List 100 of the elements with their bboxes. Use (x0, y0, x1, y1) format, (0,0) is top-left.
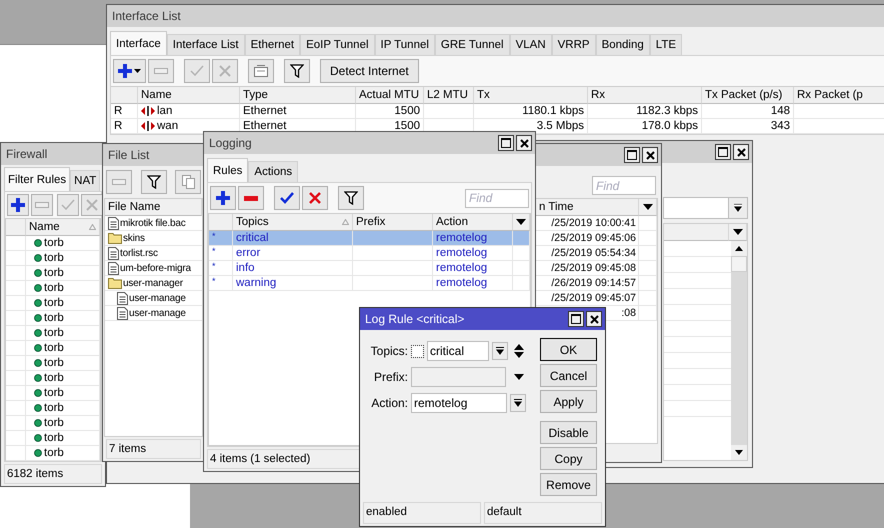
checkbox[interactable] (411, 344, 424, 358)
table-row[interactable]: torb (6, 296, 100, 311)
dropdown-field[interactable] (663, 197, 748, 219)
tab[interactable]: VRRP (552, 34, 596, 55)
copy-button[interactable] (175, 170, 201, 194)
column-header[interactable]: Name (26, 219, 100, 236)
table-row[interactable]: * critical remotelog (209, 231, 530, 246)
table-row[interactable]: torb (6, 386, 100, 401)
tab[interactable]: VLAN (510, 34, 552, 55)
table-row[interactable]: skins (105, 231, 202, 246)
table-row[interactable]: torb (6, 326, 100, 341)
add-button[interactable] (7, 194, 29, 216)
table-row[interactable]: um-before-migra (105, 261, 202, 276)
comment-button[interactable] (248, 59, 274, 83)
table-row[interactable]: user-manage (105, 291, 202, 306)
up-down-icon[interactable] (514, 343, 524, 359)
close-button[interactable] (516, 135, 532, 151)
dropdown-button[interactable] (492, 342, 508, 360)
column-menu-button[interactable] (513, 214, 530, 231)
column-header[interactable]: Rx Packet (p (794, 87, 884, 104)
disable-button[interactable] (302, 186, 328, 210)
table-row[interactable]: torb (6, 251, 100, 266)
table-row[interactable]: torlist.rsc (105, 246, 202, 261)
table-row[interactable]: * error remotelog (209, 246, 530, 261)
maximize-button[interactable] (498, 135, 514, 151)
table-row[interactable]: torb (6, 236, 100, 251)
column-header[interactable]: Actual MTU (356, 87, 424, 104)
column-header[interactable]: Name (138, 87, 240, 104)
tab[interactable]: Interface (110, 31, 167, 55)
tab[interactable]: IP Tunnel (374, 34, 435, 55)
dropdown-button[interactable] (728, 198, 747, 218)
column-header[interactable]: Topics (233, 214, 353, 231)
column-menu-button[interactable] (729, 224, 747, 241)
table-row[interactable]: * info remotelog (209, 261, 530, 276)
table-row[interactable]: mikrotik file.bac (105, 216, 202, 231)
dropdown-icon[interactable] (514, 374, 524, 380)
close-button[interactable] (586, 311, 602, 327)
scroll-thumb[interactable] (731, 256, 747, 272)
table-row[interactable]: * warning remotelog (209, 276, 530, 291)
table-row[interactable]: torb (6, 431, 100, 446)
column-header[interactable]: Rx (588, 87, 702, 104)
dialog-button[interactable]: Copy (540, 447, 597, 470)
column-header[interactable]: n Time (535, 199, 639, 216)
column-header[interactable]: Prefix (353, 214, 433, 231)
dropdown-button[interactable] (510, 394, 526, 412)
filter-button[interactable] (284, 59, 310, 83)
tab[interactable]: EoIP Tunnel (300, 34, 375, 55)
table-row[interactable]: torb (6, 446, 100, 461)
table-row[interactable]: torb (6, 371, 100, 386)
filter-button[interactable] (140, 170, 166, 194)
column-header[interactable]: Type (240, 87, 356, 104)
tab[interactable]: Ethernet (244, 34, 300, 55)
maximize-button[interactable] (715, 144, 731, 160)
table-row[interactable]: torb (6, 281, 100, 296)
tab[interactable]: Filter Rules (4, 167, 70, 191)
rule-name: torb (44, 386, 64, 400)
add-button[interactable] (113, 59, 146, 83)
table-row[interactable]: torb (6, 311, 100, 326)
column-header[interactable]: File Name (105, 199, 202, 216)
table-row[interactable]: user-manager (105, 276, 202, 291)
detect-internet-button[interactable]: Detect Internet (320, 59, 419, 83)
find-field[interactable]: Find (592, 176, 656, 195)
column-menu-button[interactable] (639, 199, 657, 216)
close-button[interactable] (733, 144, 749, 160)
remove-button[interactable] (238, 186, 264, 210)
tab[interactable]: Rules (207, 158, 248, 182)
filter-button[interactable] (338, 186, 364, 210)
disable-button[interactable] (81, 194, 103, 216)
tab[interactable]: GRE Tunnel (434, 34, 510, 55)
column-header[interactable]: Tx (474, 87, 588, 104)
table-row[interactable]: user-manage (105, 306, 202, 321)
tab[interactable]: Bonding (596, 34, 650, 55)
column-header[interactable]: L2 MTU (424, 87, 474, 104)
dialog-button[interactable]: OK (540, 338, 597, 361)
scrollbar[interactable] (731, 241, 747, 460)
tab[interactable]: LTE (650, 34, 682, 55)
table-row[interactable]: R lan Ethernet 1500 1180.1 kbps 1182.3 kbps 148 (111, 104, 884, 119)
dialog-button[interactable]: Remove (540, 473, 597, 496)
add-button[interactable] (210, 186, 236, 210)
maximize-button[interactable] (624, 147, 640, 163)
table-row[interactable]: torb (6, 356, 100, 371)
table-row[interactable]: torb (6, 401, 100, 416)
table-row[interactable]: torb (6, 416, 100, 431)
table-row[interactable]: torb (6, 266, 100, 281)
window-title: File List (108, 148, 150, 162)
input-field[interactable]: critical (427, 341, 489, 361)
input-field[interactable]: remotelog (411, 393, 507, 413)
dialog-button[interactable]: Disable (540, 421, 597, 444)
maximize-button[interactable] (568, 311, 584, 327)
tab[interactable]: Interface List (166, 34, 245, 55)
find-field[interactable]: Find (465, 188, 529, 208)
dialog-button[interactable]: Cancel (540, 364, 597, 387)
column-header[interactable]: Tx Packet (p/s) (702, 87, 794, 104)
close-button[interactable] (642, 147, 658, 163)
dialog-button[interactable]: Apply (540, 390, 597, 413)
tab[interactable]: NAT (70, 170, 100, 191)
tab[interactable]: Actions (248, 161, 298, 182)
table-row[interactable]: torb (6, 341, 100, 356)
enable-button[interactable] (274, 186, 300, 210)
column-header[interactable]: Action (433, 214, 513, 231)
